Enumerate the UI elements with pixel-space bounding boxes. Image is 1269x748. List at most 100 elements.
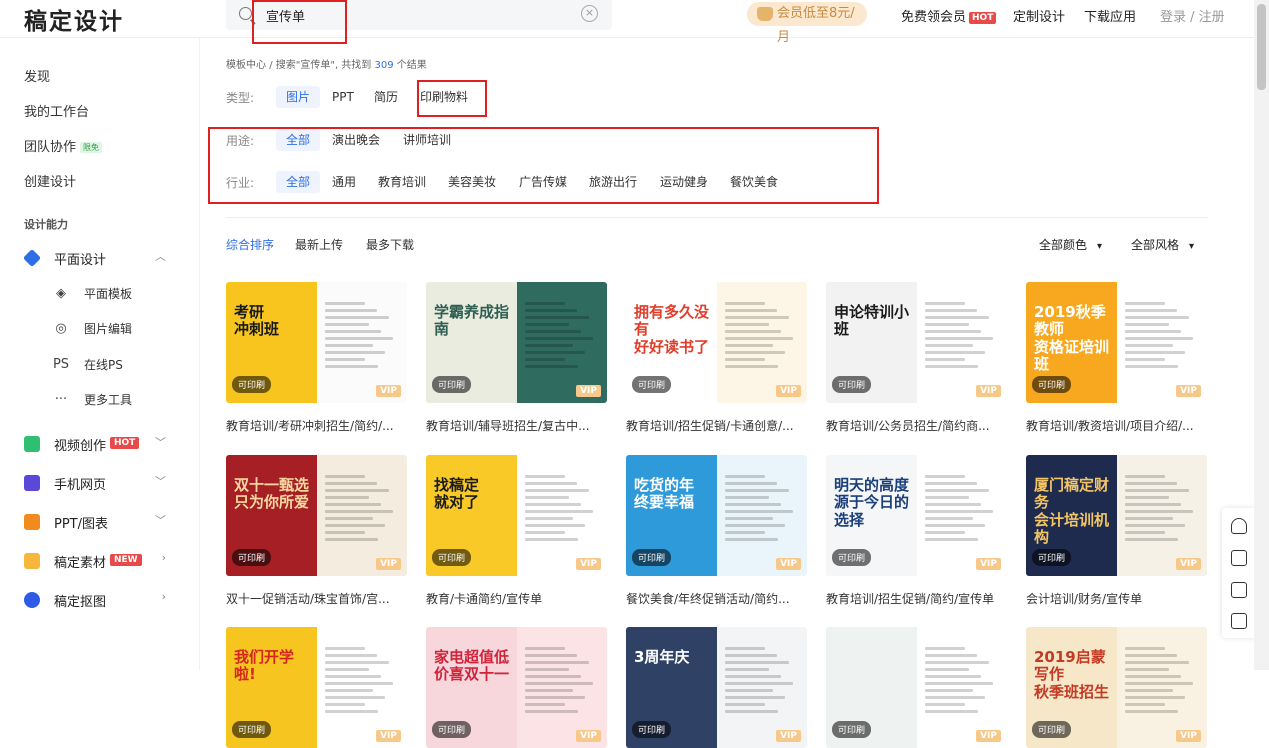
filter-use-training[interactable]: 讲师培训	[393, 129, 461, 151]
sidebar-subitem-online-ps[interactable]: PS 在线PS	[52, 355, 192, 375]
template-caption[interactable]: 教育培训/公务员招生/简约商...	[826, 417, 1007, 434]
sidebar-group-cutout[interactable]: 稿定抠图 ›	[24, 590, 174, 610]
filter-industry-general[interactable]: 通用	[322, 171, 366, 193]
vip-crown-icon	[757, 7, 773, 21]
template-thumbnail[interactable]: 我们开学啦! 可印刷 VIP	[226, 627, 407, 748]
vip-promo-button[interactable]: 会员低至8元/月	[747, 2, 867, 45]
top-bar: 稿定设计 宣传单 × 会员低至8元/月 免费领会员 HOT 定制设计 下载应用 登…	[0, 0, 1254, 45]
filter-industry-all[interactable]: 全部	[276, 171, 321, 193]
vip-badge: VIP	[776, 730, 801, 742]
filter-type-resume[interactable]: 简历	[364, 86, 408, 108]
download-app-link[interactable]: 下载应用	[1084, 6, 1136, 25]
sidebar-group-graphic[interactable]: 平面设计 ︿	[22, 248, 174, 268]
filter-industry-advertising[interactable]: 广告传媒	[509, 171, 577, 193]
vip-badge: VIP	[376, 385, 401, 397]
sort-most-downloaded[interactable]: 最多下载	[366, 236, 414, 253]
template-thumbnail[interactable]: 考研 冲刺班 可印刷 VIP	[226, 282, 407, 403]
sidebar-item-discover[interactable]: 发现	[24, 66, 50, 85]
filter-industry-fitness[interactable]: 运动健身	[650, 171, 718, 193]
filter-type-ppt[interactable]: PPT	[322, 86, 364, 108]
template-thumbnail[interactable]: 学霸养成指南 可印刷 VIP	[426, 282, 607, 403]
sidebar-group-mobile-web[interactable]: 手机网页 ﹀	[24, 473, 174, 493]
sidebar-item-workspace[interactable]: 我的工作台	[24, 101, 89, 120]
search-box[interactable]: 宣传单 ×	[226, 0, 612, 30]
clear-icon[interactable]: ×	[581, 5, 598, 22]
sidebar-item-team[interactable]: 团队协作 限免	[24, 136, 103, 155]
filter-type-print[interactable]: 印刷物料	[410, 86, 478, 108]
sidebar-group-assets[interactable]: 稿定素材 NEW ›	[24, 551, 174, 571]
template-title-art: 厦门稿定财务 会计培训机构	[1034, 476, 1110, 546]
filter-industry-education[interactable]: 教育培训	[368, 171, 436, 193]
sidebar-group-label: 平面设计	[54, 253, 107, 268]
sidebar-subitem-more-tools[interactable]: ··· 更多工具	[52, 390, 192, 410]
filter-label-use: 用途:	[226, 134, 255, 148]
sidebar-subitem-templates[interactable]: ◈ 平面模板	[52, 284, 192, 304]
filter-industry-travel[interactable]: 旅游出行	[579, 171, 647, 193]
vip-badge: VIP	[376, 558, 401, 570]
template-title-art: 我们开学啦!	[234, 648, 295, 684]
template-caption[interactable]: 教育培训/考研冲刺招生/简约/...	[226, 417, 407, 434]
template-thumbnail[interactable]: 厦门稿定财务 会计培训机构 可印刷 VIP	[1026, 455, 1207, 576]
template-caption[interactable]: 教育培训/教资培训/项目介绍/...	[1026, 417, 1207, 434]
login-register-link[interactable]: 登录 / 注册	[1160, 6, 1225, 25]
template-caption[interactable]: 教育培训/招生促销/卡通创意/...	[626, 417, 807, 434]
filter-type-image[interactable]: 图片	[276, 86, 321, 108]
template-title-art: 明天的高度 源于今日的选择	[834, 476, 910, 529]
sidebar-subitem-image-edit[interactable]: ◎ 图片编辑	[52, 319, 192, 339]
sidebar-group-video[interactable]: 视频创作 HOT ﹀	[24, 434, 174, 454]
feedback-icon[interactable]	[1231, 582, 1247, 598]
text-placeholder-lines	[1125, 647, 1197, 717]
template-thumbnail[interactable]: 家电超值低 价喜双十一 可印刷 VIP	[426, 627, 607, 748]
custom-design-link[interactable]: 定制设计	[1013, 6, 1065, 25]
template-caption[interactable]: 餐饮美食/年终促销活动/简约...	[626, 590, 807, 607]
template-thumbnail[interactable]: 双十一甄选 只为你所爱 可印刷 VIP	[226, 455, 407, 576]
filter-industry-beauty[interactable]: 美容美妆	[438, 171, 506, 193]
filter-use-performance[interactable]: 演出晚会	[322, 129, 390, 151]
scrollbar[interactable]	[1254, 0, 1269, 670]
template-thumbnail[interactable]: 可印刷 VIP	[826, 627, 1007, 748]
template-caption[interactable]: 教育培训/招生促销/简约/宣传单	[826, 590, 1007, 607]
printable-badge: 可印刷	[1032, 376, 1072, 393]
template-thumbnail[interactable]: 吃货的年 终要幸福 可印刷 VIP	[626, 455, 807, 576]
printable-badge: 可印刷	[1032, 721, 1072, 738]
text-placeholder-lines	[525, 302, 597, 372]
sort-comprehensive[interactable]: 综合排序	[226, 236, 274, 253]
template-thumbnail[interactable]: 2019秋季教师 资格证培训班 可印刷 VIP	[1026, 282, 1207, 403]
style-filter-dropdown[interactable]: 全部风格	[1131, 236, 1194, 253]
template-caption[interactable]: 双十一促销活动/珠宝首饰/宫...	[226, 590, 407, 607]
template-thumbnail[interactable]: 3周年庆 可印刷 VIP	[626, 627, 807, 748]
scrollbar-thumb[interactable]	[1257, 4, 1266, 90]
color-filter-dropdown[interactable]: 全部颜色	[1039, 236, 1102, 253]
filter-use-all[interactable]: 全部	[276, 129, 321, 151]
sidebar-subitem-label: 平面模板	[84, 287, 133, 301]
sidebar-item-create[interactable]: 创建设计	[24, 171, 76, 190]
vip-badge: VIP	[576, 385, 601, 397]
folder-icon	[24, 553, 40, 569]
search-input[interactable]: 宣传单	[266, 6, 566, 25]
template-caption[interactable]: 教育培训/辅导班招生/复古中...	[426, 417, 607, 434]
sidebar-subitem-label: 在线PS	[84, 358, 123, 372]
template-thumbnail[interactable]: 明天的高度 源于今日的选择 可印刷 VIP	[826, 455, 1007, 576]
message-icon[interactable]	[1231, 613, 1247, 629]
breadcrumb-home[interactable]: 模板中心	[226, 60, 266, 71]
template-thumbnail[interactable]: 找稿定 就对了 可印刷 VIP	[426, 455, 607, 576]
template-title-art: 吃货的年 终要幸福	[634, 476, 695, 512]
template-thumbnail[interactable]: 拥有多久没有 好好读书了 可印刷 VIP	[626, 282, 807, 403]
vip-badge: VIP	[976, 385, 1001, 397]
image-edit-icon: ◎	[55, 321, 67, 336]
filter-industry-food[interactable]: 餐饮美食	[720, 171, 788, 193]
book-icon[interactable]	[1231, 550, 1247, 566]
template-caption[interactable]: 会计培训/财务/宣传单	[1026, 590, 1207, 607]
printable-badge: 可印刷	[432, 549, 472, 566]
logo[interactable]: 稿定设计	[24, 2, 124, 36]
vip-badge: VIP	[1176, 385, 1201, 397]
template-caption[interactable]: 教育/卡通简约/宣传单	[426, 590, 607, 607]
headset-icon[interactable]	[1231, 518, 1247, 534]
free-vip-link[interactable]: 免费领会员 HOT	[901, 6, 997, 25]
sort-newest[interactable]: 最新上传	[295, 236, 343, 253]
sidebar: 发现 我的工作台 团队协作 限免 创建设计 设计能力 平面设计 ︿ ◈ 平面模板 …	[0, 38, 200, 670]
template-title-art: 拥有多久没有 好好读书了	[634, 303, 710, 356]
template-thumbnail[interactable]: 2019启蒙写作 秋季班招生 可印刷 VIP	[1026, 627, 1207, 748]
sidebar-group-ppt[interactable]: PPT/图表 ﹀	[24, 512, 174, 532]
template-thumbnail[interactable]: 申论特训小班 可印刷 VIP	[826, 282, 1007, 403]
